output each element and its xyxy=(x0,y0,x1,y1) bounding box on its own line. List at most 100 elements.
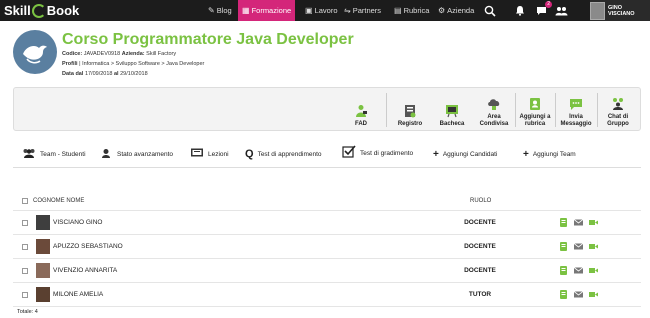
table-row[interactable]: VIVENZIO ANNARITA DOCENTE xyxy=(13,258,641,282)
member-role: DOCENTE xyxy=(464,267,496,274)
member-role: DOCENTE xyxy=(464,219,496,226)
action-chat-gruppo[interactable]: Chat di Gruppo xyxy=(601,88,635,132)
nav-rubrica[interactable]: ▤ Rubrica xyxy=(390,0,433,21)
messages-icon[interactable]: 2 xyxy=(536,1,552,19)
gear-icon: ⚙ xyxy=(438,6,446,15)
tab-aggiungi-team-label: Aggiungi Team xyxy=(532,150,576,158)
total-count: Totale: 4 xyxy=(17,309,38,315)
table-row[interactable]: VISCIANO GINO DOCENTE xyxy=(13,210,641,234)
cloud-icon xyxy=(488,99,500,110)
lessons-icon xyxy=(190,148,204,161)
mail-icon[interactable] xyxy=(574,266,583,275)
tab-lezioni[interactable]: Lezioni xyxy=(190,146,229,162)
tab-stato-avanzamento[interactable]: Stato avanzamento xyxy=(101,146,173,162)
address-book-icon: ▤ xyxy=(394,6,402,15)
contact-card-icon[interactable] xyxy=(559,242,568,251)
tab-test-apprendimento[interactable]: Q Test di apprendimento xyxy=(245,146,322,162)
course-logo xyxy=(13,30,57,74)
avatar xyxy=(36,215,50,230)
tab-team-studenti[interactable]: Team - Studenti xyxy=(22,146,86,162)
table-bottom-border xyxy=(13,306,641,307)
nav-lavoro-label: Lavoro xyxy=(314,6,338,15)
contact-card-icon[interactable] xyxy=(559,290,568,299)
action-invia-messaggio[interactable]: Invia Messaggio xyxy=(559,88,593,132)
nav-blog[interactable]: ✎ Blog xyxy=(204,0,236,21)
action-bacheca-label: Bacheca xyxy=(439,120,465,127)
mail-icon[interactable] xyxy=(574,290,583,299)
nav-azienda[interactable]: ⚙ Azienda xyxy=(434,0,478,21)
tab-aggiungi-team[interactable]: + Aggiungi Team xyxy=(523,146,576,162)
video-call-icon[interactable] xyxy=(589,218,598,227)
nav-partners[interactable]: ⇋ Partners xyxy=(340,0,385,21)
mail-icon[interactable] xyxy=(574,242,583,251)
member-name[interactable]: APUZZO SEBASTIANO xyxy=(53,243,123,250)
tab-test-gradimento[interactable]: Test di gradimento xyxy=(342,145,413,161)
member-name[interactable]: MILONE AMELIA xyxy=(53,291,103,298)
notification-badge: 2 xyxy=(545,1,552,8)
search-icon[interactable] xyxy=(484,2,496,19)
group-chat-icon xyxy=(613,98,623,110)
plus-icon: + xyxy=(433,148,439,160)
video-call-icon[interactable] xyxy=(589,242,598,251)
row-checkbox[interactable] xyxy=(22,268,28,274)
row-checkbox[interactable] xyxy=(22,220,28,226)
tab-aggiungi-candidati[interactable]: + Aggiungi Candidati xyxy=(433,146,497,162)
course-code-line: Codice: JAVADEV0918 Azienda: Skill Facto… xyxy=(62,51,176,57)
action-invia-messaggio-label: Invia Messaggio xyxy=(560,114,592,127)
page-title: Corso Programmatore Java Developer xyxy=(62,31,354,48)
video-call-icon[interactable] xyxy=(589,266,598,275)
action-aggiungi-rubrica[interactable]: Aggiungi a rubrica xyxy=(518,88,552,132)
nav-partners-label: Partners xyxy=(352,6,382,15)
plus-icon: + xyxy=(523,148,529,160)
tab-test-gradimento-label: Test di gradimento xyxy=(360,149,414,157)
action-registro[interactable]: Registro xyxy=(393,88,427,132)
edit-icon: ✎ xyxy=(208,6,215,15)
nav-formazione[interactable]: ▦ Formazione xyxy=(238,0,296,21)
people-icon[interactable] xyxy=(555,2,568,19)
row-checkbox[interactable] xyxy=(22,292,28,298)
user-menu[interactable]: GINO VISCIANO xyxy=(590,0,650,21)
select-all-checkbox[interactable] xyxy=(22,198,28,204)
code-label: Codice: xyxy=(62,51,83,57)
divider xyxy=(555,93,556,127)
member-name[interactable]: VIVENZIO ANNARITA xyxy=(53,267,117,274)
avatar xyxy=(36,287,50,302)
nav-formazione-label: Formazione xyxy=(251,6,292,15)
bell-icon[interactable] xyxy=(515,2,525,19)
action-chat-gruppo-label: Chat di Gruppo xyxy=(607,114,629,127)
chat-icon xyxy=(570,99,582,110)
nav-blog-label: Blog xyxy=(216,6,232,15)
date-label: Data dal xyxy=(62,71,84,77)
fad-icon xyxy=(356,104,367,117)
course-company: Skill Factory xyxy=(146,51,177,57)
column-header-name: COGNOME NOME xyxy=(33,198,85,204)
progress-icon xyxy=(101,148,113,161)
table-row[interactable]: APUZZO SEBASTIANO DOCENTE xyxy=(13,234,641,258)
mail-icon[interactable] xyxy=(574,218,583,227)
table-row[interactable]: MILONE AMELIA TUTOR xyxy=(13,282,641,306)
member-name[interactable]: VISCIANO GINO xyxy=(53,219,102,226)
skillbook-logo[interactable]: Skill Book xyxy=(4,1,79,20)
tabs-divider xyxy=(13,167,641,168)
date-from: 17/09/2018 xyxy=(84,71,113,77)
contact-card-icon[interactable] xyxy=(559,266,568,275)
company-label: Azienda: xyxy=(121,51,145,57)
action-fad[interactable]: FAD xyxy=(344,88,378,132)
divider xyxy=(386,93,387,127)
action-fad-label: FAD xyxy=(355,120,367,127)
tab-test-apprendimento-label: Test di apprendimento xyxy=(257,150,322,158)
row-checkbox[interactable] xyxy=(22,244,28,250)
nav-lavoro[interactable]: ▣ Lavoro xyxy=(301,0,342,21)
action-bacheca[interactable]: Bacheca xyxy=(435,88,469,132)
nav-azienda-label: Azienda xyxy=(447,6,475,15)
course-code: JAVADEV0918 xyxy=(83,51,121,57)
add-contact-icon xyxy=(530,98,540,110)
video-call-icon[interactable] xyxy=(589,290,598,299)
logo-swoosh-icon xyxy=(31,3,46,18)
contact-card-icon[interactable] xyxy=(559,218,568,227)
action-aggiungi-rubrica-label: Aggiungi a rubrica xyxy=(519,114,551,127)
checkbox-icon xyxy=(342,145,356,161)
avatar xyxy=(590,1,605,20)
team-icon xyxy=(22,148,36,161)
action-area-condivisa[interactable]: Area Condivisa xyxy=(477,88,511,132)
